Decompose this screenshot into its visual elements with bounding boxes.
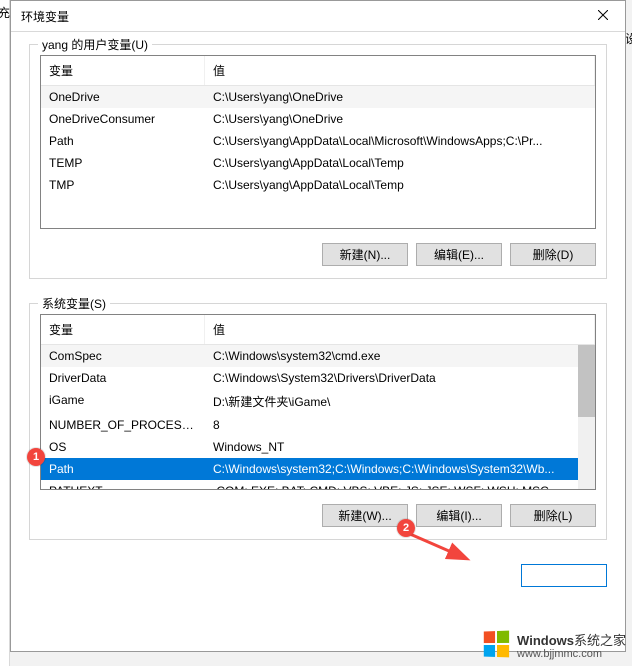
user-delete-button[interactable]: 删除(D) xyxy=(510,243,596,266)
table-row[interactable]: OneDriveC:\Users\yang\OneDrive xyxy=(41,86,595,108)
cell-var: Path xyxy=(41,458,205,480)
cell-var: DriverData xyxy=(41,367,205,389)
env-vars-dialog: 环境变量 yang 的用户变量(U) 变量 值 OneDriveC:\Users… xyxy=(10,0,626,652)
column-header-val[interactable]: 值 xyxy=(205,315,595,344)
cell-var: iGame xyxy=(41,389,205,414)
user-vars-table-body: OneDriveC:\Users\yang\OneDriveOneDriveCo… xyxy=(41,86,595,228)
dialog-titlebar: 环境变量 xyxy=(11,1,625,32)
system-edit-button[interactable]: 编辑(I)... xyxy=(416,504,502,527)
table-row[interactable]: OSWindows_NT xyxy=(41,436,595,458)
cell-var: OS xyxy=(41,436,205,458)
system-vars-group: 系统变量(S) 变量 值 ComSpecC:\Windows\system32\… xyxy=(29,303,607,540)
cell-var: TEMP xyxy=(41,152,205,174)
cell-var: OneDrive xyxy=(41,86,205,108)
watermark: Windows系统之家 www.bjjmmc.com xyxy=(483,630,626,660)
cell-var: Path xyxy=(41,130,205,152)
ok-button-partial[interactable] xyxy=(521,564,607,587)
sliver-char: 充 xyxy=(0,4,9,21)
cell-val: C:\Windows\system32\cmd.exe xyxy=(205,345,595,367)
cell-val: C:\Windows\System32\Drivers\DriverData xyxy=(205,367,595,389)
cell-var: NUMBER_OF_PROCESSORS xyxy=(41,414,205,436)
column-header-var[interactable]: 变量 xyxy=(41,315,205,344)
cell-val: C:\Users\yang\OneDrive xyxy=(205,108,595,130)
annotation-badge-1: 1 xyxy=(27,448,45,466)
close-icon xyxy=(598,9,608,23)
system-vars-legend: 系统变量(S) xyxy=(38,295,110,312)
table-row[interactable]: OneDriveConsumerC:\Users\yang\OneDrive xyxy=(41,108,595,130)
cell-val: Windows_NT xyxy=(205,436,595,458)
cell-var: OneDriveConsumer xyxy=(41,108,205,130)
table-row[interactable]: PathC:\Windows\system32;C:\Windows;C:\Wi… xyxy=(41,458,595,480)
table-row[interactable]: iGameD:\新建文件夹\iGame\ xyxy=(41,389,595,414)
annotation-badge-2: 2 xyxy=(397,519,415,537)
user-edit-button[interactable]: 编辑(E)... xyxy=(416,243,502,266)
dialog-footer xyxy=(29,564,607,587)
table-row[interactable]: PATHEXT.COM;.EXE;.BAT;.CMD;.VBS;.VBE;.JS… xyxy=(41,480,595,489)
cell-val: C:\Users\yang\OneDrive xyxy=(205,86,595,108)
cell-val: 8 xyxy=(205,414,595,436)
table-row[interactable]: DriverDataC:\Windows\System32\Drivers\Dr… xyxy=(41,367,595,389)
user-vars-group: yang 的用户变量(U) 变量 值 OneDriveC:\Users\yang… xyxy=(29,44,607,279)
system-vars-scrollbar[interactable] xyxy=(578,345,595,489)
user-vars-legend: yang 的用户变量(U) xyxy=(38,36,152,53)
close-button[interactable] xyxy=(580,1,625,31)
system-delete-button[interactable]: 删除(L) xyxy=(510,504,596,527)
cell-var: ComSpec xyxy=(41,345,205,367)
cell-var: PATHEXT xyxy=(41,480,205,489)
cell-val: C:\Users\yang\AppData\Local\Temp xyxy=(205,152,595,174)
system-vars-table-body: ComSpecC:\Windows\system32\cmd.exeDriver… xyxy=(41,345,595,489)
cell-val: C:\Users\yang\AppData\Local\Microsoft\Wi… xyxy=(205,130,595,152)
cell-val: C:\Windows\system32;C:\Windows;C:\Window… xyxy=(205,458,595,480)
table-row[interactable]: TMPC:\Users\yang\AppData\Local\Temp xyxy=(41,174,595,196)
background-right-sliver: 设 xyxy=(625,30,632,60)
user-vars-table[interactable]: 变量 值 OneDriveC:\Users\yang\OneDriveOneDr… xyxy=(40,55,596,229)
cell-val: C:\Users\yang\AppData\Local\Temp xyxy=(205,174,595,196)
scrollbar-thumb[interactable] xyxy=(578,345,595,417)
system-vars-table[interactable]: 变量 值 ComSpecC:\Windows\system32\cmd.exeD… xyxy=(40,314,596,490)
sliver-char-right: 设 xyxy=(625,30,632,47)
cell-var: TMP xyxy=(41,174,205,196)
table-row[interactable]: TEMPC:\Users\yang\AppData\Local\Temp xyxy=(41,152,595,174)
table-row[interactable]: NUMBER_OF_PROCESSORS8 xyxy=(41,414,595,436)
column-header-val[interactable]: 值 xyxy=(205,56,595,85)
dialog-title: 环境变量 xyxy=(21,8,69,25)
windows-logo-icon xyxy=(484,630,511,659)
cell-val: D:\新建文件夹\iGame\ xyxy=(205,389,595,414)
column-header-var[interactable]: 变量 xyxy=(41,56,205,85)
background-left-sliver: 充 xyxy=(0,0,10,666)
cell-val: .COM;.EXE;.BAT;.CMD;.VBS;.VBE;.JS;.JSE;.… xyxy=(205,480,595,489)
user-vars-table-header: 变量 值 xyxy=(41,56,595,86)
watermark-text: Windows系统之家 www.bjjmmc.com xyxy=(517,630,626,660)
system-new-button[interactable]: 新建(W)... xyxy=(322,504,408,527)
user-new-button[interactable]: 新建(N)... xyxy=(322,243,408,266)
system-vars-table-header: 变量 值 xyxy=(41,315,595,345)
table-row[interactable]: PathC:\Users\yang\AppData\Local\Microsof… xyxy=(41,130,595,152)
table-row[interactable]: ComSpecC:\Windows\system32\cmd.exe xyxy=(41,345,595,367)
